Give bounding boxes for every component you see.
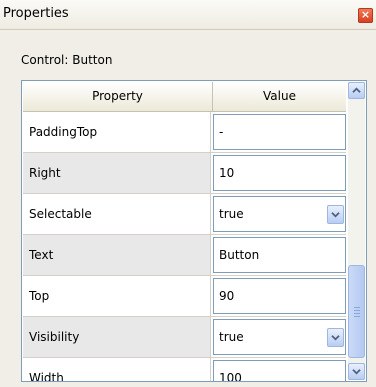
row-selectable: Selectable true <box>23 194 346 235</box>
chevron-down-icon <box>331 335 340 341</box>
panel-titlebar: Properties × <box>0 0 376 30</box>
grip-line <box>354 307 360 308</box>
scroll-up-button[interactable] <box>348 82 365 99</box>
row-text: Text Button <box>23 235 346 276</box>
grip-line <box>354 313 360 314</box>
value-dropdown[interactable]: true <box>213 319 346 355</box>
scroll-thumb[interactable] <box>348 265 365 358</box>
property-name: Right <box>23 153 211 193</box>
property-grid: Property Value PaddingTop - Right 10 Sel… <box>21 80 367 382</box>
property-name: PaddingTop <box>23 112 211 152</box>
row-right: Right 10 <box>23 153 346 194</box>
row-top: Top 90 <box>23 276 346 317</box>
value-input[interactable]: Button <box>213 237 346 273</box>
row-paddingtop: PaddingTop - <box>23 112 346 153</box>
chevron-down-icon <box>352 369 361 375</box>
property-name: Selectable <box>23 194 211 234</box>
dropdown-button[interactable] <box>327 328 344 347</box>
header-property[interactable]: Property <box>23 82 213 111</box>
dropdown-value: true <box>219 207 244 221</box>
property-name: Width <box>23 358 211 381</box>
dropdown-value: true <box>219 330 244 344</box>
property-name: Text <box>23 235 211 275</box>
panel-title: Properties <box>3 6 69 21</box>
row-visibility: Visibility true <box>23 317 346 358</box>
vertical-scrollbar[interactable] <box>348 82 365 380</box>
property-name: Visibility <box>23 317 211 357</box>
grid-header: Property Value <box>23 82 346 112</box>
scroll-down-button[interactable] <box>348 363 365 380</box>
value-dropdown[interactable]: true <box>213 196 346 232</box>
value-input[interactable]: - <box>213 114 346 150</box>
property-name: Top <box>23 276 211 316</box>
grip-line <box>354 310 360 311</box>
header-value[interactable]: Value <box>213 82 346 111</box>
dropdown-button[interactable] <box>327 205 344 224</box>
row-width: Width 100 <box>23 358 346 381</box>
grip-line <box>354 316 360 317</box>
value-input[interactable]: 10 <box>213 155 346 191</box>
control-label: Control: Button <box>21 53 113 67</box>
value-input[interactable]: 100 <box>213 360 346 381</box>
close-icon: × <box>360 8 371 21</box>
close-button[interactable]: × <box>358 8 373 23</box>
chevron-up-icon <box>352 87 361 93</box>
value-input[interactable]: 90 <box>213 278 346 314</box>
chevron-down-icon <box>331 212 340 218</box>
